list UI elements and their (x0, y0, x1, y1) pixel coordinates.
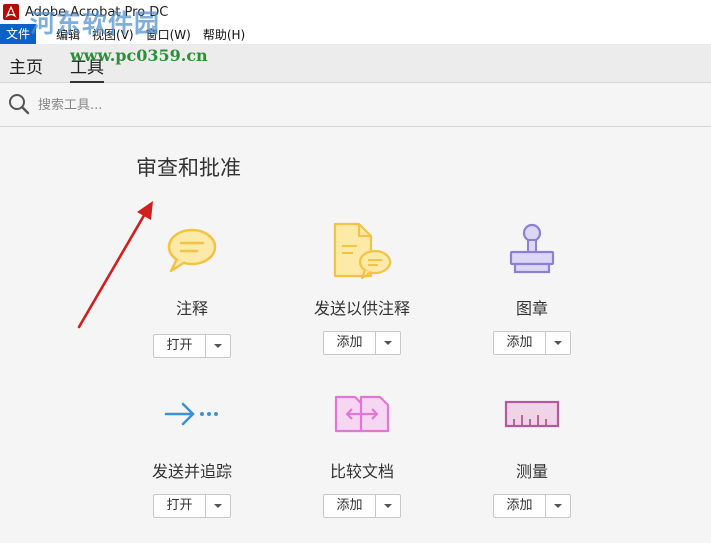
add-stamp-button[interactable]: 添加 (493, 331, 571, 355)
tab-tools-label: 工具 (70, 58, 104, 78)
tool-card-stamp: 图章 添加 (447, 222, 617, 361)
chevron-down-icon[interactable] (545, 332, 570, 354)
tool-card-send-for-comments: 发送以供注释 添加 (277, 222, 447, 361)
chevron-down-icon[interactable] (205, 335, 230, 357)
open-send-and-track-button[interactable]: 打开 (153, 494, 231, 518)
ruler-icon[interactable] (504, 399, 560, 433)
add-measure-button[interactable]: 添加 (493, 494, 571, 518)
compare-files-icon[interactable] (333, 394, 391, 438)
chevron-down-icon[interactable] (205, 495, 230, 517)
window-title: Adobe Acrobat Pro DC (25, 4, 169, 20)
menu-file[interactable]: 文件 (0, 24, 37, 44)
add-send-for-comments-button[interactable]: 添加 (323, 331, 401, 355)
title-bar: Adobe Acrobat Pro DC (0, 0, 711, 24)
chevron-down-icon[interactable] (375, 495, 400, 517)
tool-card-measure: 测量 添加 (447, 399, 617, 527)
speech-bubble-icon[interactable] (165, 226, 219, 280)
tool-card-send-and-track: 发送并追踪 打开 (107, 392, 277, 527)
add-button-label[interactable]: 添加 (494, 495, 545, 517)
chevron-down-icon[interactable] (545, 495, 570, 517)
tab-bar: 主页 工具 (0, 44, 711, 83)
add-compare-files-button[interactable]: 添加 (323, 494, 401, 518)
document-comment-icon[interactable] (331, 222, 393, 284)
menu-help[interactable]: 帮助(H) (197, 26, 251, 43)
acrobat-icon (3, 4, 19, 20)
send-track-arrow-icon[interactable] (163, 396, 221, 436)
stamp-icon[interactable] (507, 222, 557, 282)
open-button-label[interactable]: 打开 (154, 335, 205, 357)
tool-label-compare-files: 比较文档 (329, 462, 394, 481)
menu-window[interactable]: 窗口(W) (140, 26, 197, 43)
menu-bar: 文件 编辑 视图(V) 窗口(W) 帮助(H) (0, 24, 711, 44)
add-button-label[interactable]: 添加 (324, 495, 375, 517)
tool-label-send-and-track: 发送并追踪 (151, 462, 232, 481)
tool-label-send-for-comments: 发送以供注释 (313, 299, 410, 318)
menu-edit[interactable]: 编辑 (50, 26, 86, 43)
search-input[interactable] (36, 93, 340, 117)
tab-home[interactable]: 主页 (9, 53, 43, 78)
tool-label-stamp: 图章 (515, 299, 548, 318)
tool-card-compare-files: 比较文档 添加 (277, 394, 447, 527)
tool-label-comment: 注释 (175, 299, 208, 318)
add-button-label[interactable]: 添加 (324, 332, 375, 354)
open-button-label[interactable]: 打开 (154, 495, 205, 517)
search-icon (8, 93, 30, 119)
tool-label-measure: 测量 (515, 462, 548, 481)
open-comment-button[interactable]: 打开 (153, 334, 231, 358)
menu-view[interactable]: 视图(V) (86, 26, 140, 43)
tool-search-bar (0, 83, 711, 127)
tab-tools[interactable]: 工具 (70, 53, 104, 83)
tool-card-comment: 注释 打开 (107, 226, 277, 361)
chevron-down-icon[interactable] (375, 332, 400, 354)
section-title: 审查和批准 (136, 156, 241, 180)
add-button-label[interactable]: 添加 (494, 332, 545, 354)
